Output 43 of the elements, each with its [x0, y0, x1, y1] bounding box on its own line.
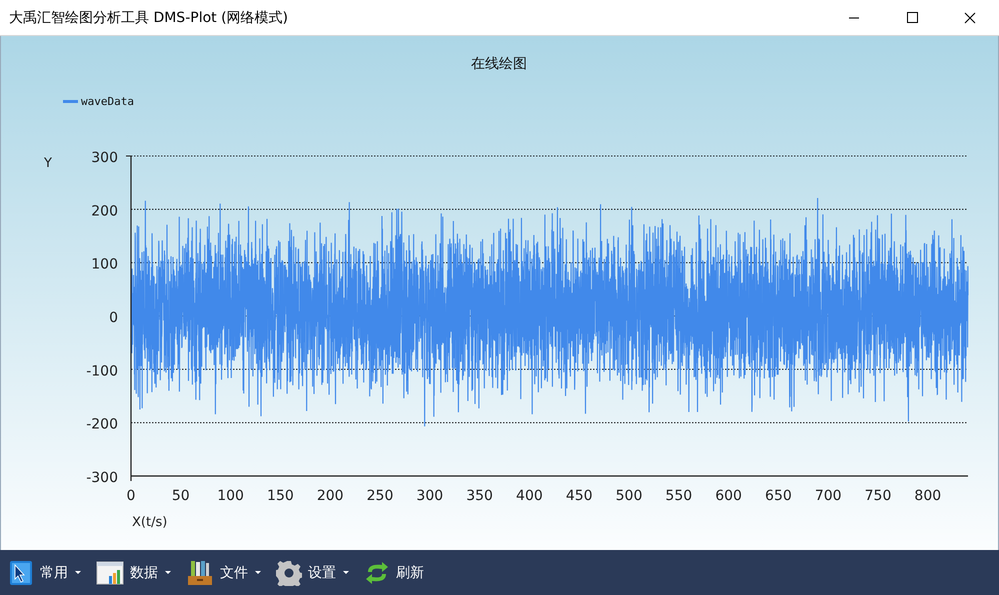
caret-icon: [254, 570, 262, 575]
x-tick-label: 350: [466, 488, 493, 504]
x-tick-label: 300: [416, 488, 444, 504]
x-tick-label: 450: [566, 488, 593, 504]
y-tick-label: -200: [86, 416, 118, 433]
x-tick-label: 150: [267, 488, 294, 504]
book-drawer-icon: [186, 558, 214, 586]
y-tick-label: 200: [91, 203, 118, 220]
x-tick-label: 650: [765, 488, 792, 504]
y-axis-label: Y: [44, 156, 52, 171]
x-tick-label: 550: [665, 488, 692, 504]
toolbar-button[interactable]: 数据: [92, 552, 176, 592]
toolbar-button[interactable]: 文件: [182, 552, 266, 592]
y-tick-label: -300: [86, 470, 118, 486]
toolbar-button[interactable]: 刷新: [360, 552, 428, 592]
x-tick-label: 800: [914, 488, 942, 504]
cursor-icon: [8, 558, 34, 586]
settings-icon: [276, 560, 302, 586]
legend-label: waveData: [81, 95, 134, 108]
y-tick-label: 100: [91, 256, 118, 273]
caret-icon: [342, 570, 350, 575]
x-tick-label: 200: [316, 488, 344, 504]
window-title: 大禹汇智绘图分析工具 DMS-Plot (网络模式): [8, 8, 290, 26]
y-tick-label: 0: [109, 310, 118, 326]
x-tick-label: 250: [366, 488, 394, 504]
toolbar-button[interactable]: 常用: [4, 552, 86, 592]
x-tick-label: 500: [616, 488, 642, 504]
x-axis-label: X(t/s): [132, 515, 168, 530]
x-tick-label: 400: [516, 488, 543, 504]
x-tick-label: 600: [715, 488, 742, 504]
y-tick-label: 300: [91, 150, 118, 166]
x-tick-label: 50: [172, 488, 190, 504]
x-tick-label: 700: [814, 488, 842, 504]
x-tick-label: 100: [217, 488, 244, 504]
spreadsheet-chart-icon: [96, 560, 124, 586]
caret-icon: [74, 570, 82, 575]
toolbar-button[interactable]: 设置: [272, 552, 354, 592]
refresh-icon: [364, 560, 390, 584]
x-tick-label: 0: [126, 488, 136, 504]
chart-title: 在线绘图: [471, 56, 527, 72]
caret-icon: [164, 570, 172, 575]
x-tick-label: 750: [864, 488, 892, 504]
y-tick-label: -100: [86, 363, 118, 380]
